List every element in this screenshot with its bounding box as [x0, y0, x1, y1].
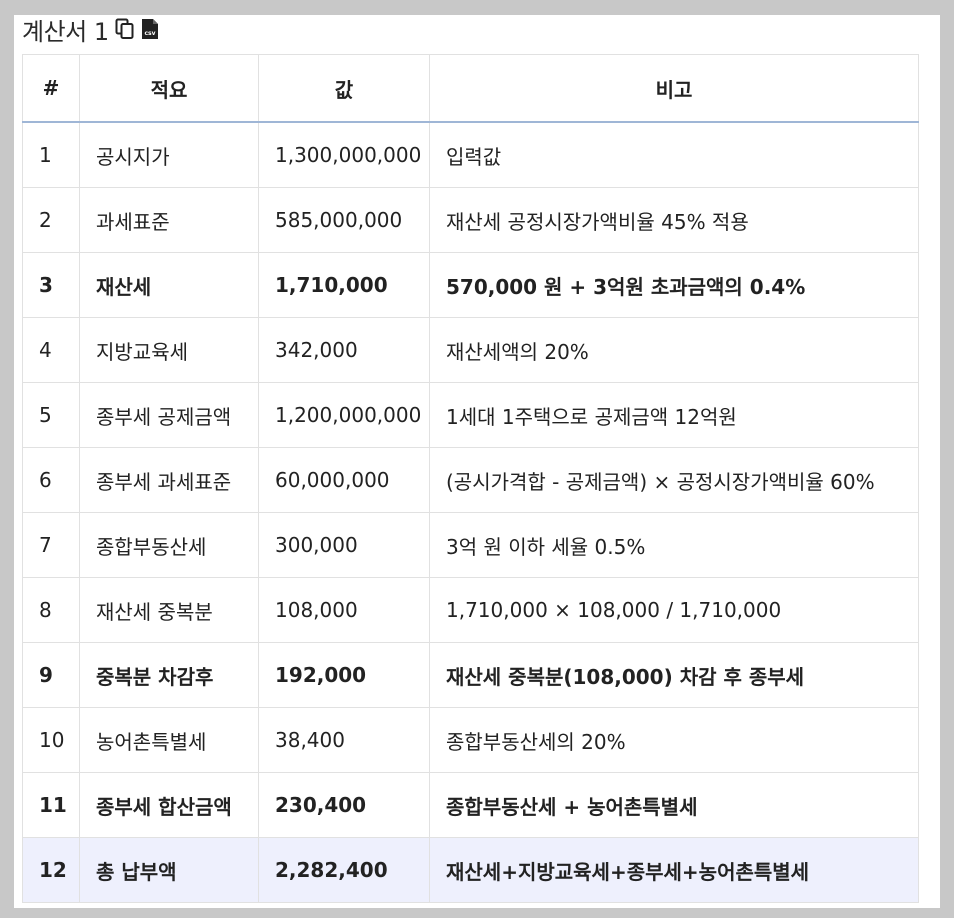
- row-value-cell: 300,000: [258, 512, 430, 578]
- table-row: 2 과세표준 585,000,000 재산세 공정시장가액비율 45% 적용: [22, 187, 919, 253]
- csv-download-icon[interactable]: csv: [141, 18, 159, 40]
- table-row: 5 종부세 공제금액 1,200,000,000 1세대 1주택으로 공제금액 12억…: [22, 382, 919, 448]
- row-value-cell: 1,200,000,000: [258, 382, 430, 448]
- table-row: 6 종부세 과세표준 60,000,000 (공시가격합 - 공제금액) × 공정시장…: [22, 447, 919, 513]
- row-value-cell: 38,400: [258, 707, 430, 773]
- row-note-cell: 재산세 공정시장가액비율 45% 적용: [429, 187, 919, 253]
- csv-icon-label: csv: [144, 30, 155, 37]
- row-value-cell: 60,000,000: [258, 447, 430, 513]
- table-row: 10 농어촌특별세 38,400 종합부동산세의 20%: [22, 707, 919, 773]
- table-row: 11 종부세 합산금액 230,400 종합부동산세 + 농어촌특별세: [22, 772, 919, 838]
- row-number-cell: 2: [22, 187, 80, 253]
- row-note-cell: 재산세 중복분(108,000) 차감 후 종부세: [429, 642, 919, 708]
- row-number-cell: 10: [22, 707, 80, 773]
- row-number-cell: 4: [22, 317, 80, 383]
- row-value-cell: 108,000: [258, 577, 430, 643]
- row-number-cell: 3: [22, 252, 80, 318]
- row-note-cell: 입력값: [429, 121, 919, 188]
- table-row: 8 재산세 중복분 108,000 1,710,000 × 108,000 / 1,7…: [22, 577, 919, 643]
- calculation-table: # 적요 값 비고 1 공시지가 1,300,000,000 입력값 2 과세표준 585,…: [22, 54, 919, 903]
- table-row: 1 공시지가 1,300,000,000 입력값: [22, 121, 919, 188]
- title-row: 계산서 1 csv: [22, 15, 159, 46]
- calculation-panel: 계산서 1 csv # 적요 값 비고 1 공시지가 1,300,000,000…: [14, 15, 940, 918]
- row-value-cell: 2,282,400: [258, 837, 430, 903]
- row-item-cell: 공시지가: [79, 121, 259, 188]
- row-note-cell: 재산세+지방교육세+종부세+농어촌특별세: [429, 837, 919, 903]
- column-header-note[interactable]: 비고: [429, 54, 919, 123]
- table-row: 4 지방교육세 342,000 재산세액의 20%: [22, 317, 919, 383]
- row-note-cell: 570,000 원 + 3억원 초과금액의 0.4%: [429, 252, 919, 318]
- row-item-cell: 재산세: [79, 252, 259, 318]
- row-number-cell: 6: [22, 447, 80, 513]
- row-number-cell: 5: [22, 382, 80, 448]
- table-row: 9 중복분 차감후 192,000 재산세 중복분(108,000) 차감 후 종부세: [22, 642, 919, 708]
- page-title: 계산서 1: [22, 17, 109, 46]
- row-item-cell: 재산세 중복분: [79, 577, 259, 643]
- row-item-cell: 과세표준: [79, 187, 259, 253]
- copy-icon[interactable]: [115, 18, 135, 40]
- row-note-cell: 종합부동산세의 20%: [429, 707, 919, 773]
- row-item-cell: 중복분 차감후: [79, 642, 259, 708]
- row-number-cell: 1: [22, 121, 80, 188]
- row-item-cell: 지방교육세: [79, 317, 259, 383]
- row-number-cell: 12: [22, 837, 80, 903]
- table-row: 7 종합부동산세 300,000 3억 원 이하 세율 0.5%: [22, 512, 919, 578]
- row-number-cell: 7: [22, 512, 80, 578]
- row-note-cell: 종합부동산세 + 농어촌특별세: [429, 772, 919, 838]
- row-value-cell: 342,000: [258, 317, 430, 383]
- row-value-cell: 1,710,000: [258, 252, 430, 318]
- row-number-cell: 8: [22, 577, 80, 643]
- row-value-cell: 230,400: [258, 772, 430, 838]
- row-number-cell: 11: [22, 772, 80, 838]
- row-note-cell: (공시가격합 - 공제금액) × 공정시장가액비율 60%: [429, 447, 919, 513]
- table-row: 3 재산세 1,710,000 570,000 원 + 3억원 초과금액의 0.4%: [22, 252, 919, 318]
- row-value-cell: 1,300,000,000: [258, 121, 430, 188]
- column-header-item[interactable]: 적요: [79, 54, 259, 123]
- row-item-cell: 종부세 공제금액: [79, 382, 259, 448]
- row-item-cell: 종합부동산세: [79, 512, 259, 578]
- row-value-cell: 585,000,000: [258, 187, 430, 253]
- row-note-cell: 1,710,000 × 108,000 / 1,710,000: [429, 577, 919, 643]
- column-header-value[interactable]: 값: [258, 54, 430, 123]
- row-note-cell: 재산세액의 20%: [429, 317, 919, 383]
- row-value-cell: 192,000: [258, 642, 430, 708]
- bottom-backdrop: [0, 908, 954, 918]
- column-header-number[interactable]: #: [22, 54, 80, 123]
- row-note-cell: 1세대 1주택으로 공제금액 12억원: [429, 382, 919, 448]
- row-note-cell: 3억 원 이하 세율 0.5%: [429, 512, 919, 578]
- row-number-cell: 9: [22, 642, 80, 708]
- row-item-cell: 종부세 합산금액: [79, 772, 259, 838]
- row-item-cell: 농어촌특별세: [79, 707, 259, 773]
- row-item-cell: 총 납부액: [79, 837, 259, 903]
- table-header-row: # 적요 값 비고: [22, 54, 919, 123]
- table-row: 12 총 납부액 2,282,400 재산세+지방교육세+종부세+농어촌특별세: [22, 837, 919, 903]
- row-item-cell: 종부세 과세표준: [79, 447, 259, 513]
